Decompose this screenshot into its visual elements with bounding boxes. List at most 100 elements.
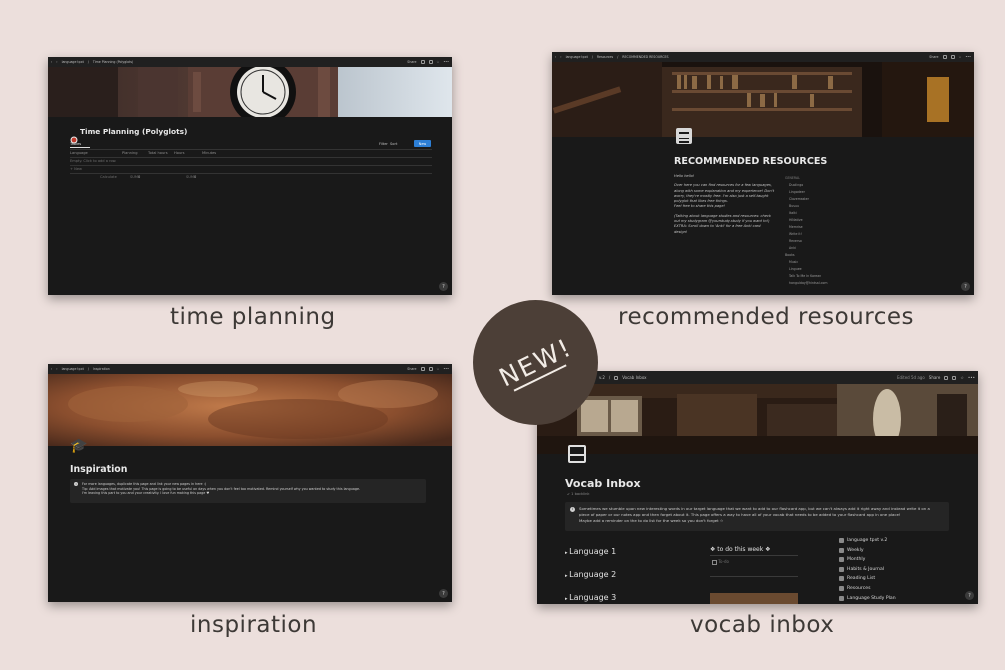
column-header[interactable]: Hours — [174, 151, 185, 155]
sum-label[interactable]: SUM — [130, 175, 138, 179]
column-header[interactable]: Language — [70, 151, 88, 155]
favorite-icon[interactable]: ☆ — [959, 55, 962, 59]
column-header[interactable]: Total hours — [148, 151, 168, 155]
more-icon[interactable]: ••• — [443, 60, 449, 64]
forward-icon[interactable]: › — [56, 60, 57, 64]
sort-button[interactable]: Sort — [390, 142, 397, 146]
breadcrumb-root[interactable]: language tpxt — [62, 60, 84, 64]
link-item[interactable]: Resources — [839, 585, 896, 591]
sidebar-link[interactable]: Lingodeer — [789, 190, 827, 194]
share-button[interactable]: Share — [407, 367, 416, 371]
add-row-button[interactable]: + New — [70, 167, 82, 171]
sidebar-link[interactable]: Reverso — [789, 239, 827, 243]
link-item[interactable]: Monthly — [839, 557, 896, 563]
help-button[interactable]: ? — [439, 589, 448, 598]
todo-item[interactable]: To-do — [712, 559, 729, 565]
caption-inspiration: inspiration — [190, 612, 318, 638]
breadcrumb-root[interactable]: v.2 — [599, 375, 605, 380]
sidebar-link[interactable]: Linguee — [789, 267, 827, 271]
share-button[interactable]: Share — [929, 375, 941, 380]
favorite-icon[interactable]: ☆ — [960, 375, 964, 380]
sidebar-link[interactable]: HiNative — [789, 218, 827, 222]
top-bar: v.2 / Vocab Inbox Edited 5d ago Share ☆ … — [537, 371, 978, 384]
forward-icon[interactable]: › — [560, 55, 561, 59]
caption-recommended-resources: recommended resources — [618, 304, 914, 330]
toggle-language-1[interactable]: ▸ Language 1 — [565, 547, 616, 556]
sum-label[interactable]: SUM — [186, 175, 194, 179]
clock-icon[interactable] — [428, 60, 433, 64]
tab-tables[interactable]: Tables — [70, 142, 81, 146]
resources-screenshot: ‹ › language tpxt / Resources / RECOMMEN… — [552, 52, 974, 295]
breadcrumb-page[interactable]: Inspiration — [93, 367, 110, 371]
back-icon[interactable]: ‹ — [555, 55, 556, 59]
sidebar-link[interactable]: Duolingo — [789, 183, 827, 187]
share-button[interactable]: Share — [407, 60, 416, 64]
more-icon[interactable]: ••• — [443, 367, 449, 371]
link-item[interactable]: language tpxt v.2 — [839, 538, 896, 543]
top-bar: ‹ › language tpxt / Resources / RECOMMEN… — [552, 52, 974, 62]
cover-image — [552, 62, 974, 137]
column-header[interactable]: Planning — [122, 151, 137, 155]
top-bar: ‹ › language tpxt / Time Planning (Polyg… — [48, 57, 452, 67]
sidebar-link[interactable]: Busuu — [789, 204, 827, 208]
link-item[interactable]: Language Study Plan — [839, 595, 896, 601]
sidebar-link[interactable]: Memrise — [789, 225, 827, 229]
page-icon — [839, 576, 844, 582]
sidebar-heading: GENERAL — [785, 176, 800, 180]
comment-icon[interactable] — [420, 60, 425, 64]
new-button[interactable]: New — [414, 140, 431, 147]
breadcrumb-page[interactable]: Vocab Inbox — [622, 375, 646, 380]
more-icon[interactable]: ••• — [968, 375, 975, 380]
forward-icon[interactable]: › — [56, 367, 57, 371]
page-icon — [676, 128, 692, 144]
clock-icon[interactable] — [950, 55, 955, 59]
checkbox[interactable] — [712, 559, 717, 565]
link-label: language tpxt v.2 — [847, 538, 888, 543]
calculate-cell[interactable]: Calculate — [100, 175, 117, 179]
clock-icon[interactable] — [428, 367, 433, 371]
sidebar-link[interactable]: Italki — [789, 211, 827, 215]
comment-icon[interactable] — [420, 367, 425, 371]
info-icon: i — [570, 507, 575, 512]
link-item[interactable]: Reading List — [839, 576, 896, 582]
sidebar-link[interactable]: Talk To Me In Korean — [789, 274, 827, 278]
back-icon[interactable]: ‹ — [51, 367, 52, 371]
column-header[interactable]: Minutes — [202, 151, 216, 155]
empty-row-placeholder[interactable]: Empty. Click to add a row. — [70, 159, 116, 163]
favorite-icon[interactable]: ☆ — [437, 60, 440, 64]
page-title: Inspiration — [70, 464, 128, 475]
comment-icon[interactable] — [944, 375, 949, 380]
breadcrumb-page[interactable]: RECOMMENDED RESOURCES — [622, 55, 668, 59]
page-title: Vocab Inbox — [565, 477, 641, 490]
link-item[interactable]: Habits & Journal — [839, 566, 896, 572]
edited-timestamp: Edited 5d ago — [896, 375, 925, 380]
help-button[interactable]: ? — [965, 591, 974, 600]
sidebar-link[interactable]: Books — [785, 253, 827, 257]
filter-button[interactable]: Filter — [379, 142, 388, 146]
sidebar-link[interactable]: Music — [789, 260, 827, 264]
share-button[interactable]: Share — [929, 55, 938, 59]
clock-icon[interactable] — [952, 375, 957, 380]
breadcrumb-root[interactable]: language tpxt — [62, 367, 84, 371]
page-icon — [839, 538, 844, 543]
help-button[interactable]: ? — [439, 282, 448, 291]
sidebar-link[interactable]: Write it! — [789, 232, 827, 236]
sidebar-link[interactable]: Anki — [789, 246, 827, 250]
link-item[interactable]: Weekly — [839, 547, 896, 553]
graduation-cap-icon: 🎓 — [70, 438, 88, 454]
more-icon[interactable]: ••• — [965, 55, 971, 59]
comment-icon[interactable] — [942, 55, 947, 59]
new-button-label: New — [418, 141, 427, 146]
back-icon[interactable]: ‹ — [51, 60, 52, 64]
sidebar-link[interactable]: hangulday@hintsal.com — [789, 281, 827, 285]
toggle-language-3[interactable]: ▸ Language 3 — [565, 593, 616, 602]
backlink-link[interactable]: ↙ 1 backlink — [567, 492, 589, 496]
help-button[interactable]: ? — [961, 282, 970, 291]
breadcrumb-page[interactable]: Time Planning (Polyglots) — [93, 60, 133, 64]
favorite-icon[interactable]: ☆ — [437, 367, 440, 371]
sidebar-link[interactable]: Clozemaster — [789, 197, 827, 201]
breadcrumb-root[interactable]: language tpxt — [566, 55, 588, 59]
toggle-language-2[interactable]: ▸ Language 2 — [565, 570, 616, 579]
breadcrumb-mid[interactable]: Resources — [597, 55, 613, 59]
link-label: Habits & Journal — [847, 566, 885, 572]
